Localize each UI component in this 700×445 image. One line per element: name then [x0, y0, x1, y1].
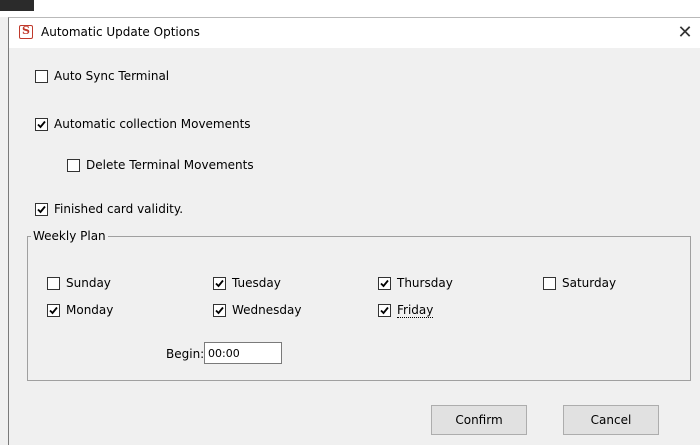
weekly-plan-title: Weekly Plan — [31, 229, 108, 243]
auto-sync-label: Auto Sync Terminal — [54, 69, 170, 83]
begin-label: Begin: — [166, 347, 205, 361]
finished-card-label: Finished card validity. — [54, 202, 184, 216]
day-label: Tuesday — [232, 276, 281, 290]
checkmark-icon — [49, 306, 58, 314]
checkmark-icon — [380, 279, 389, 287]
checkbox-box[interactable] — [213, 276, 226, 290]
checkmark-icon — [37, 120, 46, 128]
checkbox-box[interactable] — [35, 69, 48, 83]
day-tuesday[interactable]: Tuesday — [213, 276, 281, 290]
day-label: Monday — [66, 303, 114, 317]
app-icon-letter: S — [22, 24, 30, 37]
checkbox-box[interactable] — [378, 304, 391, 317]
day-label: Saturday — [562, 276, 617, 290]
day-monday[interactable]: Monday — [47, 303, 113, 317]
background-app-bar — [0, 0, 34, 11]
day-saturday[interactable]: Saturday — [543, 276, 616, 290]
checkbox-box[interactable] — [47, 276, 60, 290]
background-app-strip — [0, 0, 700, 17]
auto-collect-label: Automatic collection Movements — [54, 117, 251, 131]
checkbox-box[interactable] — [35, 117, 48, 131]
day-friday[interactable]: Friday — [378, 303, 434, 318]
checkbox-box[interactable] — [47, 303, 60, 317]
finished-card-checkbox[interactable]: Finished card validity. — [35, 202, 183, 216]
day-label: Friday — [397, 303, 434, 318]
day-sunday[interactable]: Sunday — [47, 276, 111, 290]
checkbox-box[interactable] — [213, 303, 226, 317]
begin-time-input[interactable] — [204, 342, 282, 364]
close-icon[interactable]: ✕ — [670, 18, 700, 48]
day-label: Thursday — [397, 276, 453, 290]
auto-collect-checkbox[interactable]: Automatic collection Movements — [35, 117, 251, 131]
checkbox-box[interactable] — [378, 276, 391, 290]
day-thursday[interactable]: Thursday — [378, 276, 453, 290]
delete-terminal-checkbox[interactable]: Delete Terminal Movements — [67, 158, 254, 172]
cancel-button[interactable]: Cancel — [563, 405, 659, 435]
checkbox-box[interactable] — [67, 158, 80, 172]
delete-terminal-label: Delete Terminal Movements — [86, 158, 254, 172]
confirm-button[interactable]: Confirm — [431, 405, 527, 435]
auto-sync-checkbox[interactable]: Auto Sync Terminal — [35, 69, 169, 83]
checkmark-icon — [215, 306, 224, 314]
checkbox-box[interactable] — [543, 276, 556, 290]
day-wednesday[interactable]: Wednesday — [213, 303, 301, 317]
title-bar: S Automatic Update Options ✕ — [9, 18, 700, 48]
checkmark-icon — [37, 205, 46, 213]
day-label: Wednesday — [232, 303, 302, 317]
app-icon: S — [19, 24, 33, 39]
day-label: Sunday — [66, 276, 111, 290]
checkbox-box[interactable] — [35, 202, 48, 216]
window-title: Automatic Update Options — [41, 25, 200, 39]
checkmark-icon — [380, 306, 389, 315]
weekly-plan-group — [27, 236, 691, 381]
checkmark-icon — [215, 279, 224, 287]
